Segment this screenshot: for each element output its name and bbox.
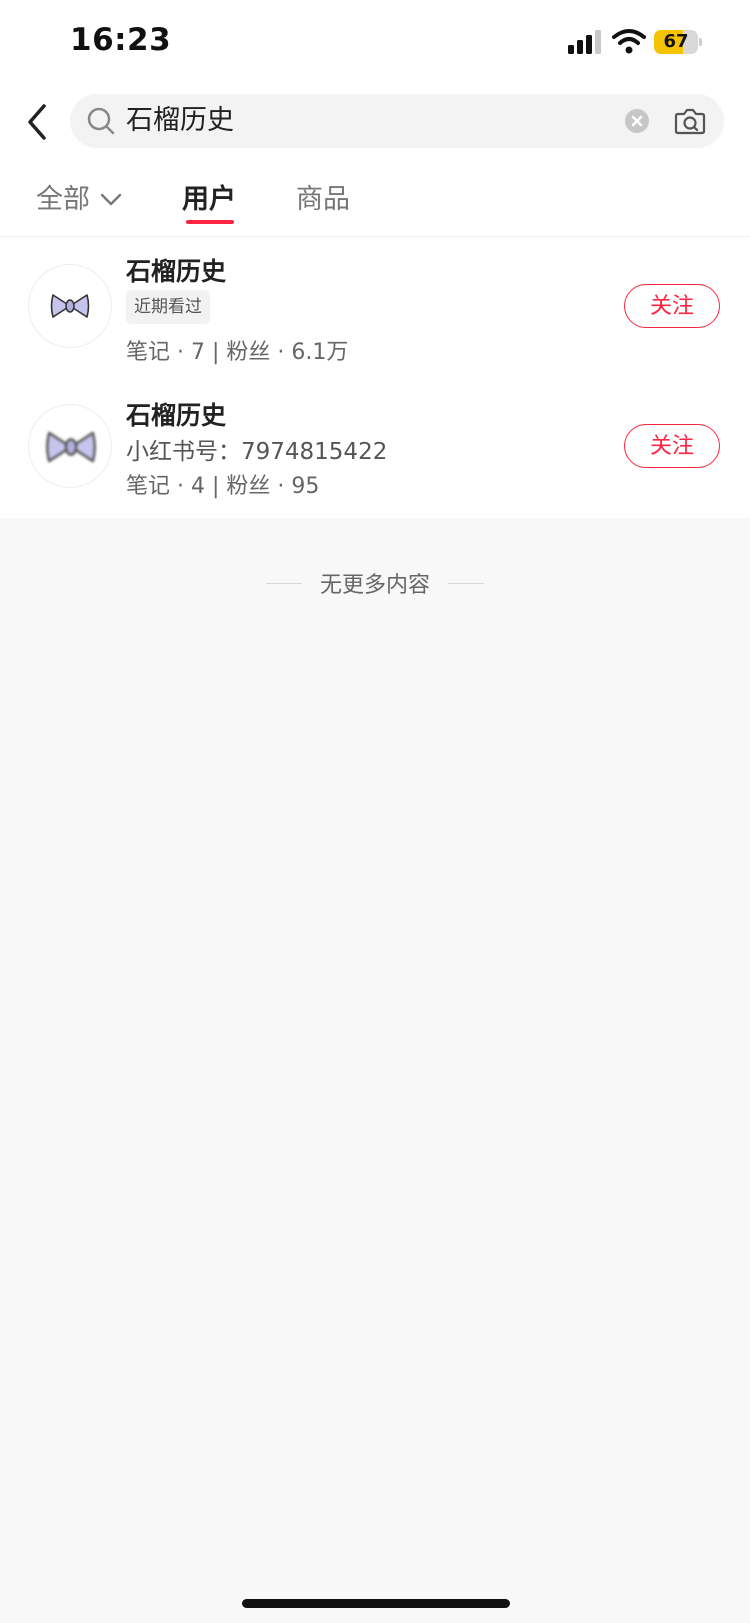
active-tab-indicator <box>186 220 234 224</box>
tabs-divider <box>0 236 750 237</box>
avatar[interactable] <box>28 264 112 348</box>
user-name: 石榴历史 <box>126 257 227 286</box>
user-result-row[interactable]: 石榴历史 近期看过 笔记 · 7 | 粉丝 · 6.1万 关注 <box>0 248 750 384</box>
battery-percentage: 67 <box>663 31 689 52</box>
search-query[interactable]: 石榴历史 <box>126 94 234 148</box>
user-stats: 笔记 · 7 | 粉丝 · 6.1万 <box>126 340 349 365</box>
bow-icon <box>50 294 90 318</box>
battery-nub <box>699 38 702 46</box>
status-time: 16:23 <box>70 22 172 58</box>
bow-icon <box>46 431 96 463</box>
tab-all-label: 全部 <box>36 184 90 215</box>
no-more-content-text: 无更多内容 <box>319 573 430 598</box>
home-indicator <box>242 1599 510 1608</box>
battery-body: 67 <box>654 30 698 54</box>
avatar[interactable] <box>28 404 112 488</box>
tab-all[interactable]: 全部 <box>36 178 122 222</box>
status-bar: 16:23 67 <box>0 0 750 88</box>
back-button[interactable] <box>20 98 54 146</box>
user-id: 小红书号：7974815422 <box>126 439 388 465</box>
follow-button[interactable]: 关注 <box>624 284 720 328</box>
cellular-signal-icon <box>568 30 601 54</box>
camera-icon[interactable] <box>674 106 706 136</box>
chevron-down-icon <box>100 193 122 206</box>
tab-users[interactable]: 用户 <box>182 178 236 222</box>
divider-line <box>448 582 484 584</box>
search-input[interactable]: 石榴历史 <box>70 94 724 148</box>
follow-button[interactable]: 关注 <box>624 424 720 468</box>
end-of-list-marker: 无更多内容 <box>0 566 750 600</box>
user-result-row[interactable]: 石榴历史 小红书号：7974815422 笔记 · 4 | 粉丝 · 95 关注 <box>0 388 750 524</box>
search-icon <box>87 107 115 135</box>
clear-icon[interactable] <box>624 108 650 134</box>
user-name: 石榴历史 <box>126 401 227 430</box>
divider-line <box>265 582 302 584</box>
tab-goods[interactable]: 商品 <box>296 178 350 222</box>
battery-indicator: 67 <box>654 30 702 54</box>
recently-viewed-badge: 近期看过 <box>126 290 210 324</box>
user-stats: 笔记 · 4 | 粉丝 · 95 <box>126 474 320 499</box>
wifi-icon <box>612 29 646 54</box>
